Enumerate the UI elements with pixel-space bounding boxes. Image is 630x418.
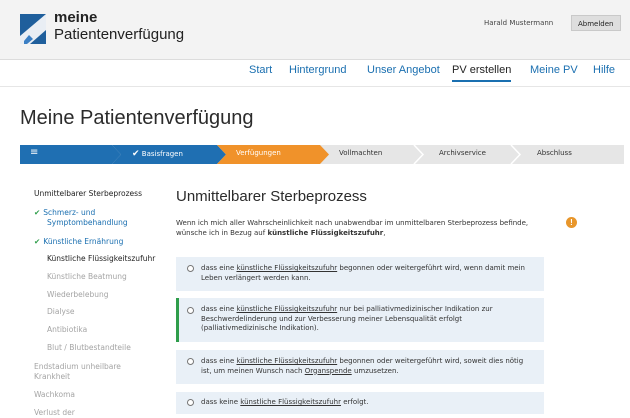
- progress-steps: ≡ ✔ Basisfragen Verfügungen Vollmachten …: [20, 145, 624, 164]
- sidebar-item-ernaehrung[interactable]: ✔ Künstliche Ernährung: [34, 237, 123, 247]
- step-abschluss[interactable]: Abschluss: [537, 149, 572, 157]
- step-verfuegungen[interactable]: Verfügungen: [236, 149, 281, 157]
- option-text-part: dass eine: [201, 305, 237, 313]
- option-text-part: dass eine: [201, 357, 237, 365]
- check-icon: ✔: [132, 149, 140, 159]
- option-2-text: dass eine künstliche Flüssigkeitszufuhr …: [201, 305, 531, 334]
- user-name: Harald Mustermann: [484, 19, 554, 27]
- option-1[interactable]: dass eine künstliche Flüssigkeitszufuhr …: [176, 257, 544, 291]
- option-link[interactable]: künstliche Flüssigkeitszufuhr: [236, 264, 337, 272]
- logout-button[interactable]: Abmelden: [571, 15, 621, 31]
- option-3[interactable]: dass eine künstliche Flüssigkeitszufuhr …: [176, 350, 544, 384]
- brand-name-line2: Patientenverfügung: [54, 26, 185, 43]
- option-text-part: umzusetzen.: [351, 366, 399, 375]
- app-header: meine Patientenverfügung Harald Musterma…: [0, 0, 630, 60]
- nav-item-hilfe[interactable]: Hilfe: [593, 64, 615, 76]
- sidebar-section-sterbeprozess[interactable]: Unmittelbarer Sterbeprozess: [34, 189, 142, 199]
- sidebar-item-label: Schmerz- und: [43, 208, 96, 217]
- sidebar-item-dialyse: Dialyse: [47, 307, 75, 316]
- logo-icon: [20, 14, 46, 44]
- sidebar-item-fluessigkeitszufuhr[interactable]: Künstliche Flüssigkeitszufuhr: [47, 254, 155, 264]
- option-1-text: dass eine künstliche Flüssigkeitszufuhr …: [201, 264, 531, 283]
- option-link-organspende[interactable]: Organspende: [305, 367, 352, 375]
- progress-steps-shapes: [20, 145, 624, 164]
- radio-option-1[interactable]: [187, 265, 194, 272]
- radio-option-4[interactable]: [187, 399, 194, 406]
- sidebar-item-schmerz[interactable]: ✔ Schmerz- und: [34, 208, 95, 218]
- intro-text-end: ,: [383, 229, 386, 237]
- sidebar-item-wiederbelebung: Wiederbelebung: [47, 290, 109, 299]
- nav-item-hintergrund[interactable]: Hintergrund: [289, 64, 346, 76]
- step-basisfragen-label: Basisfragen: [141, 150, 183, 158]
- sidebar-section-wachkoma: Wachkoma: [34, 390, 75, 399]
- option-3-text: dass eine künstliche Flüssigkeitszufuhr …: [201, 357, 531, 376]
- sidebar-item-schmerz-line2[interactable]: Symptombehandlung: [47, 218, 128, 228]
- option-4[interactable]: dass keine künstliche Flüssigkeitszufuhr…: [176, 392, 544, 414]
- main-nav: Start Hintergrund Unser Angebot PV erste…: [0, 60, 630, 87]
- sidebar-section-endstadium-line2: Krankheit: [34, 372, 71, 381]
- nav-item-pv-erstellen[interactable]: PV erstellen: [452, 64, 512, 82]
- intro-text-bold: künstliche Flüssigkeitszufuhr: [267, 229, 384, 237]
- option-text-part: erfolgt.: [340, 398, 369, 406]
- section-title: Unmittelbarer Sterbeprozess: [176, 188, 367, 205]
- sidebar-section-endstadium: Endstadium unheilbare: [34, 362, 121, 371]
- step-menu-icon[interactable]: ≡: [30, 147, 38, 158]
- option-text-part: dass keine: [201, 398, 241, 406]
- nav-item-meine-pv[interactable]: Meine PV: [530, 64, 578, 76]
- step-vollmachten[interactable]: Vollmachten: [339, 149, 382, 157]
- check-icon: ✔: [34, 237, 41, 246]
- option-link[interactable]: künstliche Flüssigkeitszufuhr: [236, 357, 337, 365]
- sidebar-item-antibiotika: Antibiotika: [47, 325, 88, 334]
- nav-item-unser-angebot[interactable]: Unser Angebot: [367, 64, 440, 76]
- option-4-text: dass keine künstliche Flüssigkeitszufuhr…: [201, 398, 531, 408]
- sidebar-item-blut: Blut / Blutbestandteile: [47, 343, 131, 352]
- option-link[interactable]: künstliche Flüssigkeitszufuhr: [240, 398, 341, 406]
- intro-text: Wenn ich mich aller Wahrscheinlichkeit n…: [176, 218, 556, 238]
- nav-item-start[interactable]: Start: [249, 64, 272, 76]
- option-2[interactable]: dass eine künstliche Flüssigkeitszufuhr …: [176, 298, 544, 342]
- step-archivservice[interactable]: Archivservice: [439, 149, 486, 157]
- radio-option-3[interactable]: [187, 358, 194, 365]
- option-link[interactable]: künstliche Flüssigkeitszufuhr: [236, 305, 337, 313]
- radio-option-2[interactable]: [187, 307, 194, 314]
- page-title: Meine Patientenverfügung: [20, 107, 254, 129]
- step-basisfragen[interactable]: ✔ Basisfragen: [132, 149, 183, 159]
- info-icon[interactable]: !: [566, 217, 577, 228]
- sidebar-item-beatmung: Künstliche Beatmung: [47, 272, 127, 281]
- check-icon: ✔: [34, 208, 41, 217]
- option-text-part: dass eine: [201, 264, 237, 272]
- brand-name-line1: meine: [54, 9, 98, 26]
- sidebar-item-label: Künstliche Ernährung: [43, 237, 124, 246]
- sidebar-section-verlust: Verlust der: [34, 408, 75, 417]
